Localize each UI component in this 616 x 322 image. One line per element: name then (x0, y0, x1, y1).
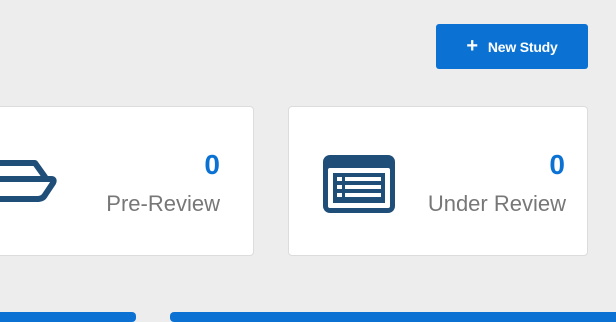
under-review-label: Under Review (427, 191, 566, 216)
bottom-tab-right[interactable] (170, 312, 616, 322)
list-window-icon (323, 155, 395, 218)
plus-icon: + (466, 34, 478, 57)
under-review-card[interactable]: 0 Under Review (288, 106, 588, 256)
new-study-label: New Study (487, 38, 558, 55)
pre-review-count: 0 (204, 149, 220, 180)
bottom-tab-left[interactable] (0, 312, 136, 322)
under-review-count: 0 (549, 149, 565, 180)
pre-review-label: Pre-Review (106, 191, 220, 216)
pre-review-card[interactable]: 0 Pre-Review (0, 106, 254, 256)
new-study-button[interactable]: + New Study (436, 24, 588, 69)
tray-icon (0, 157, 63, 210)
